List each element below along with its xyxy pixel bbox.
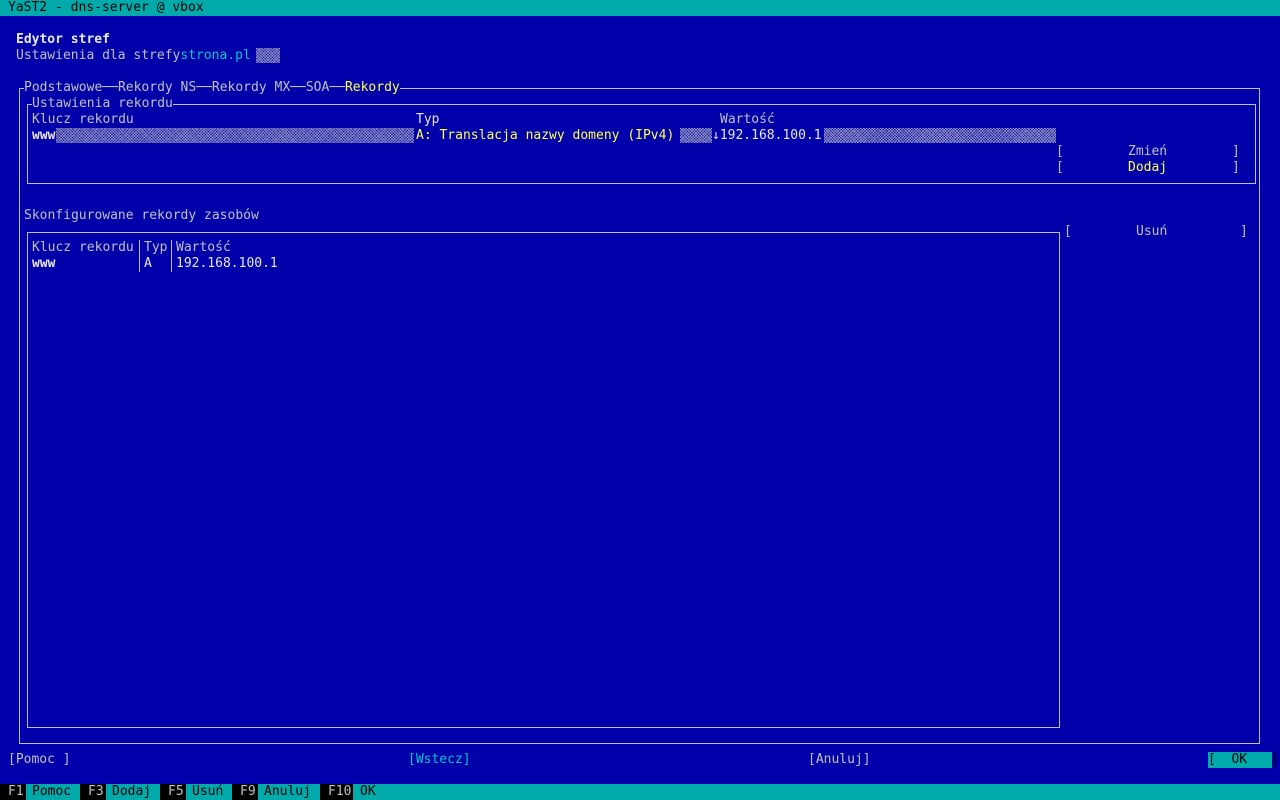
column-header-key[interactable]: Klucz rekordu [32, 240, 134, 256]
records-table-title: Skonfigurowane rekordy zasobów [24, 208, 259, 223]
row-key: www [32, 256, 56, 271]
record-type-label: Typ [416, 112, 440, 127]
window-title: YaST2 - dns-server @ vbox [8, 0, 204, 15]
ok-button-label: OK [1231, 752, 1248, 767]
title-bar: YaST2 - dns-server @ vbox [0, 0, 1280, 16]
tab-rekordy-mx[interactable]: Rekordy MX [212, 80, 290, 95]
delete-button-label: Usuń [1136, 224, 1168, 239]
tab-bar: Podstawowe──Rekordy NS──Rekordy MX──SOA─… [24, 80, 400, 96]
record-key-input[interactable]: www [32, 128, 55, 144]
ok-button[interactable]: [ OK ] [1208, 752, 1278, 768]
help-button-label: Pomoc [15, 752, 55, 767]
add-button-label: Dodaj [1128, 160, 1168, 175]
change-button-label: Zmień [1128, 144, 1168, 159]
tab-rekordy-ns[interactable]: Rekordy NS [118, 80, 196, 95]
column-separator [171, 240, 172, 272]
row-value: 192.168.100.1 [176, 256, 278, 271]
add-button[interactable]: [ Dodaj ] [1056, 160, 1246, 176]
tab-rekordy[interactable]: Rekordy [345, 80, 400, 95]
column-separator [139, 240, 140, 272]
help-button[interactable]: [Pomoc ] [8, 752, 71, 768]
record-key-field-fill [56, 128, 414, 143]
back-button[interactable]: [Wstecz] [408, 752, 471, 768]
subtitle-prefix: Ustawienia dla strefy [16, 48, 181, 63]
back-button-label: Wstecz [415, 752, 463, 767]
change-button[interactable]: [ Zmień ] [1056, 144, 1246, 160]
cancel-button[interactable]: [Anuluj] [808, 752, 871, 768]
record-type-field-fill [680, 128, 712, 143]
page-title: Edytor stref [16, 32, 110, 47]
cancel-button-label: Anuluj [815, 752, 863, 767]
record-type-select[interactable]: A: Translacja nazwy domeny (IPv4) [416, 128, 674, 144]
record-settings-title: Ustawienia rekordu [32, 96, 173, 112]
zone-name: strona.pl [180, 48, 251, 63]
function-key-bar: F1 Pomoc F3 Dodaj F5 Usuń F9 Anuluj F10 … [0, 784, 1280, 800]
zone-subtitle: Ustawienia dla strefystrona.pl [16, 48, 251, 64]
record-value-input[interactable]: ↓192.168.100.1 [712, 128, 822, 144]
zone-field-fill [256, 48, 280, 63]
column-header-type[interactable]: Typ [144, 240, 167, 256]
record-value-label: Wartość [720, 112, 775, 127]
tab-soa[interactable]: SOA [306, 80, 329, 95]
tab-podstawowe[interactable]: Podstawowe [24, 80, 102, 95]
record-value-field-fill [824, 128, 1056, 143]
row-type: A [144, 256, 152, 271]
delete-button[interactable]: [ Usuń ] [1064, 224, 1254, 240]
column-header-value[interactable]: Wartość [176, 240, 231, 256]
records-table[interactable] [27, 232, 1060, 728]
record-key-label: Klucz rekordu [32, 112, 134, 127]
